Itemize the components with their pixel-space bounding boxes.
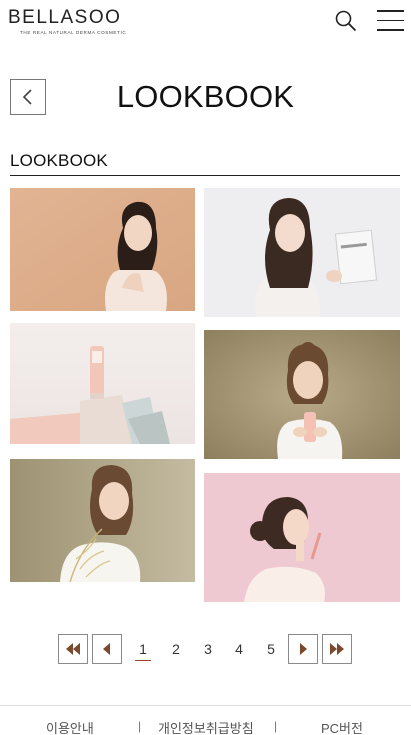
site-header: BELLASOO THE REAL NATURAL DERMA COSMETIC xyxy=(0,0,411,42)
footer-nav: 이용안내 | 개인정보취급방침 | PC버전 xyxy=(0,718,411,735)
search-icon[interactable] xyxy=(334,9,358,33)
prev-page-button[interactable] xyxy=(92,634,122,664)
first-page-button[interactable] xyxy=(58,634,88,664)
footer-separator: | xyxy=(138,719,142,733)
brand-logo[interactable]: BELLASOO THE REAL NATURAL DERMA COSMETIC xyxy=(8,7,127,36)
page-number-3[interactable]: 3 xyxy=(200,641,216,657)
lookbook-photo-1[interactable] xyxy=(10,188,195,311)
section-title: LOOKBOOK xyxy=(10,151,108,170)
lookbook-photo-5[interactable] xyxy=(10,459,195,582)
logo-text: BELLASOO xyxy=(8,7,122,28)
page-title: LOOKBOOK xyxy=(116,79,295,114)
chevron-left-icon xyxy=(103,643,110,655)
footer-link-usage-guide[interactable]: 이용안내 xyxy=(46,718,94,735)
footer-separator: | xyxy=(274,719,278,733)
section-divider xyxy=(10,175,400,176)
last-page-button[interactable] xyxy=(322,634,352,664)
footer-link-pc-version[interactable]: PC버전 xyxy=(321,718,363,735)
lookbook-photo-3[interactable] xyxy=(10,323,195,444)
lookbook-photo-6[interactable] xyxy=(204,473,400,602)
logo-tagline: THE REAL NATURAL DERMA COSMETIC xyxy=(20,30,127,35)
next-page-button[interactable] xyxy=(288,634,318,664)
pagination: 1 2 3 4 5 xyxy=(0,634,411,666)
lookbook-photo-4[interactable] xyxy=(204,330,400,459)
page-number-4[interactable]: 4 xyxy=(231,641,247,657)
double-chevron-left-icon xyxy=(66,643,80,655)
page-number-5[interactable]: 5 xyxy=(263,641,279,657)
chevron-right-icon xyxy=(300,643,307,655)
lookbook-photo-2[interactable] xyxy=(204,188,400,317)
double-chevron-right-icon xyxy=(330,643,344,655)
page-number-2[interactable]: 2 xyxy=(168,641,184,657)
footer-divider xyxy=(0,705,411,706)
hamburger-menu-icon[interactable] xyxy=(377,10,404,32)
page-number-1[interactable]: 1 xyxy=(135,641,151,661)
footer-link-privacy-policy[interactable]: 개인정보취급방침 xyxy=(158,718,254,735)
